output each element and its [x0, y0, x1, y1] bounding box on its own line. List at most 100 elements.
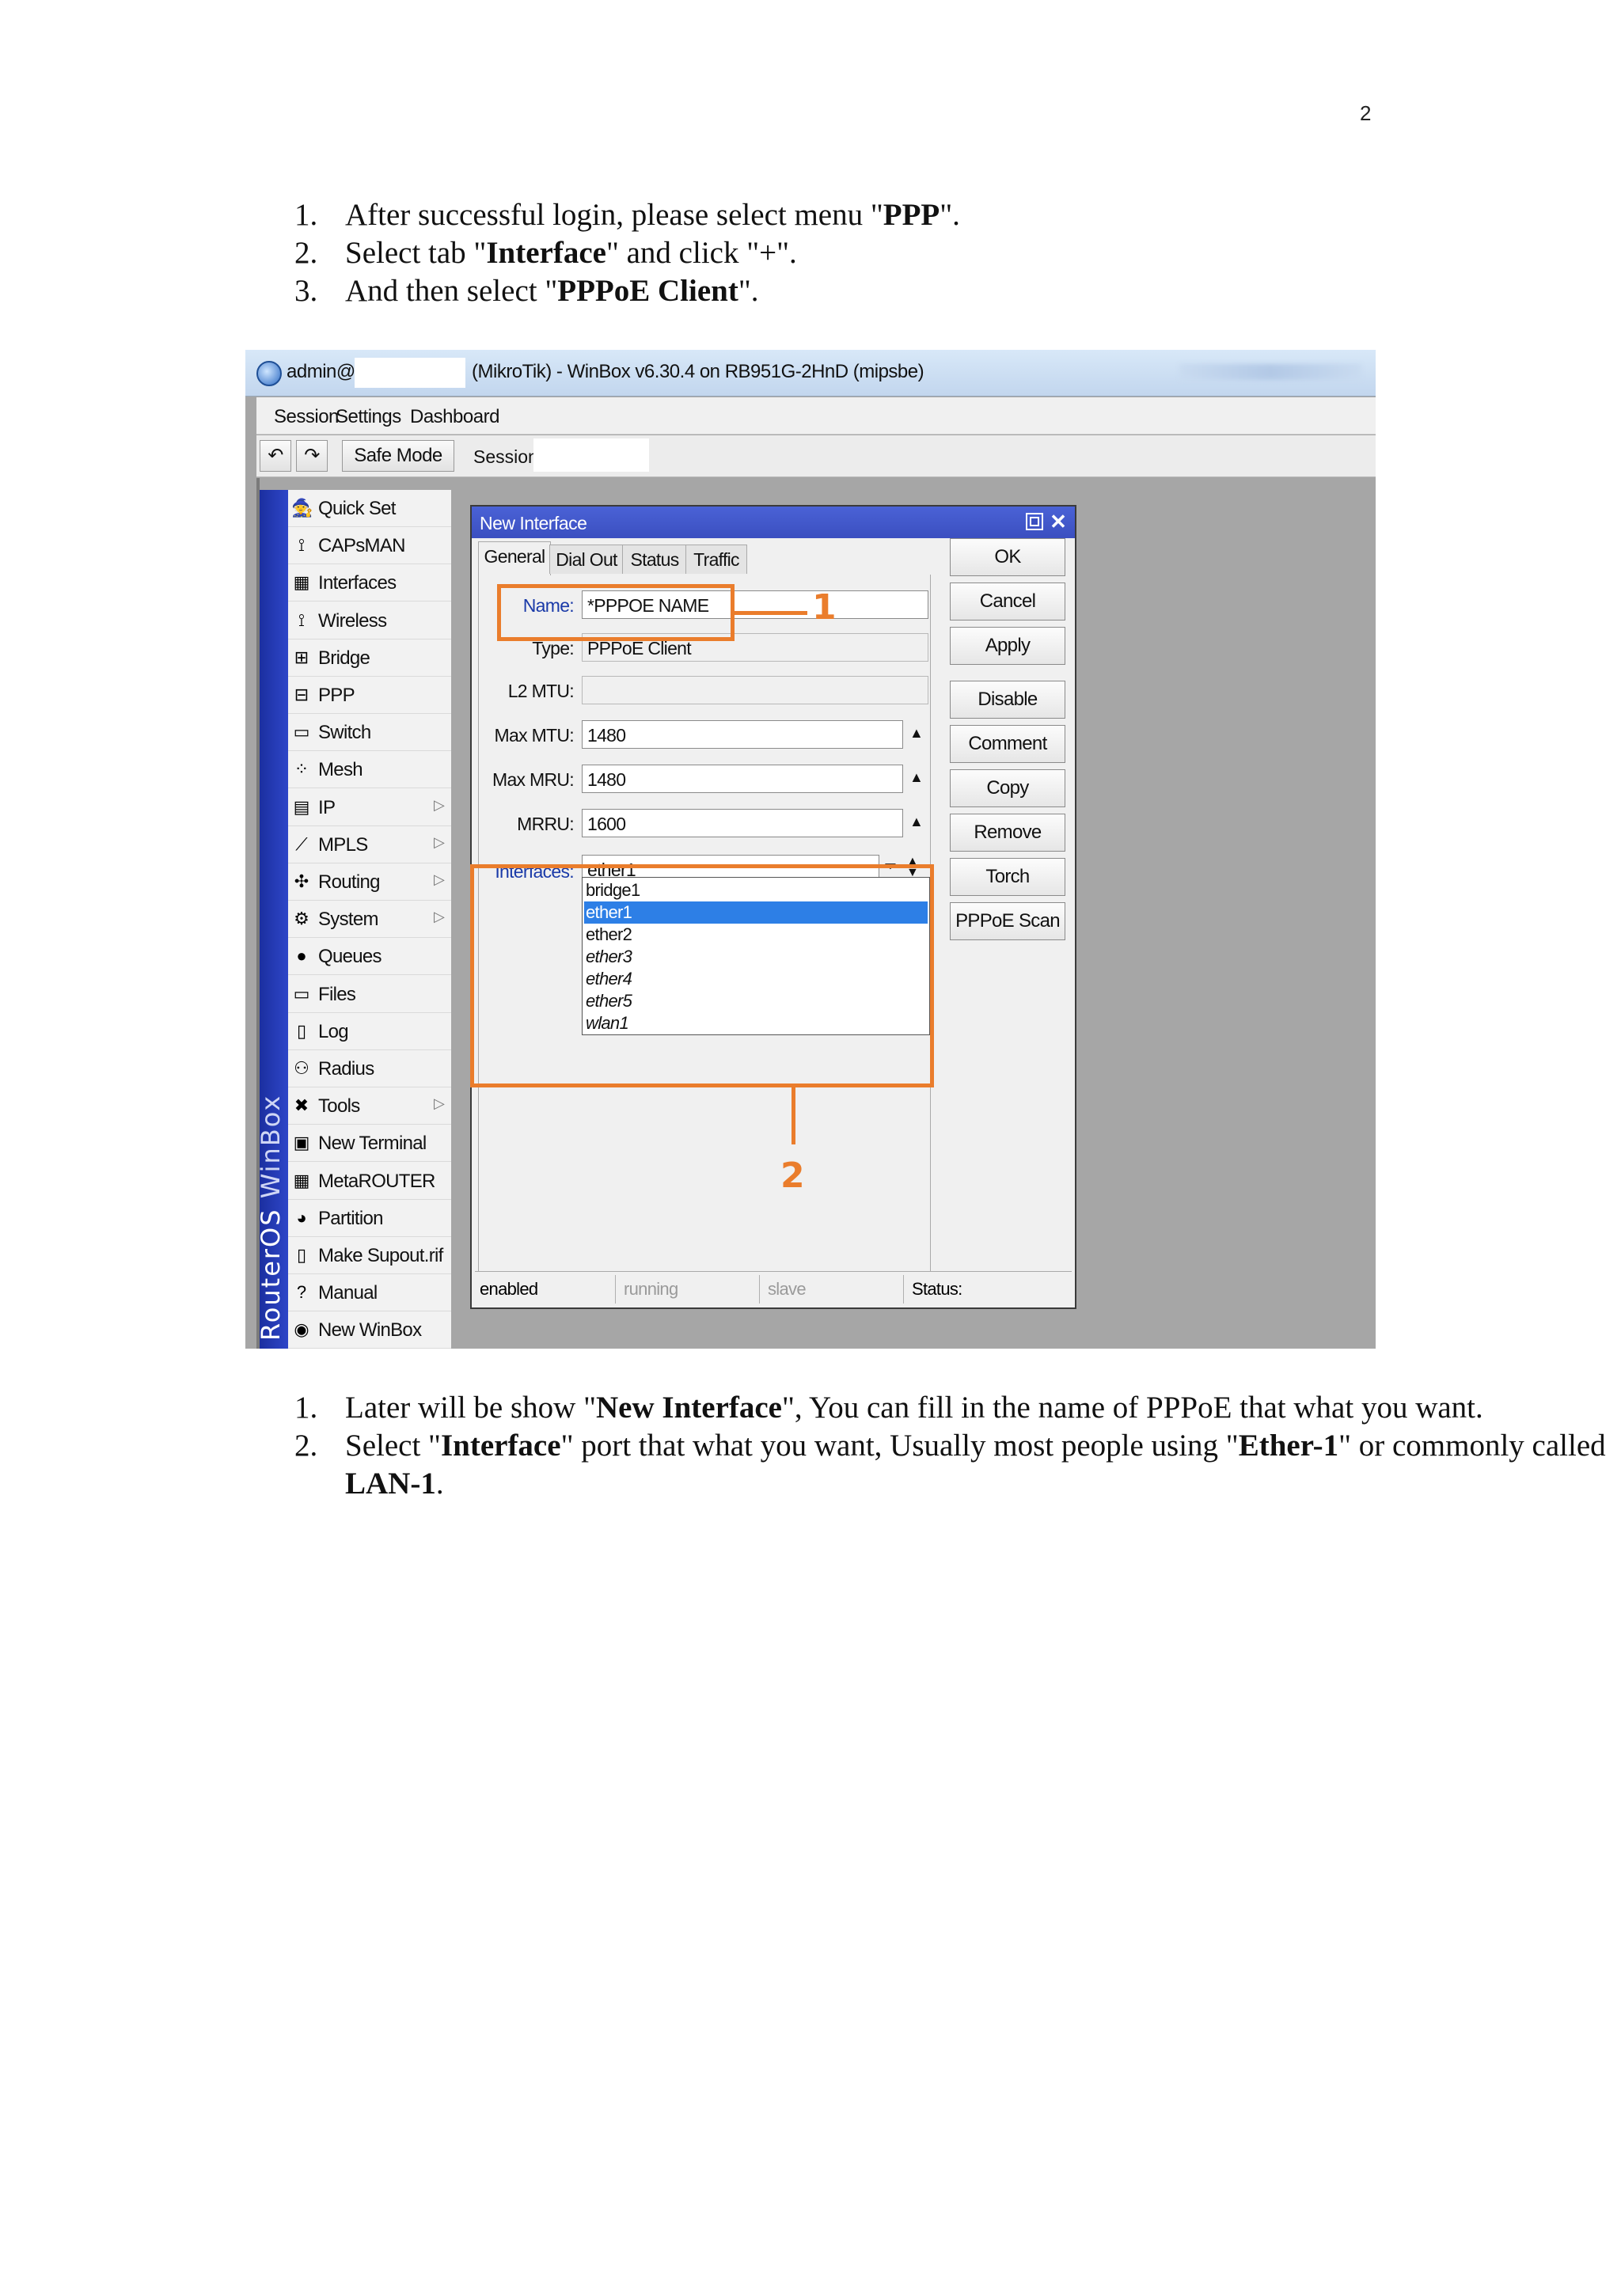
instruction-list-bottom: 1. Later will be show "New Interface", Yo… — [294, 1389, 1621, 1503]
page-number: 2 — [1360, 101, 1372, 125]
partition-icon: ◕ — [296, 1207, 307, 1228]
tab-general[interactable]: General — [478, 541, 551, 575]
mesh-icon: ⁘ — [294, 759, 309, 780]
sidebar-item-label: Switch — [318, 722, 371, 744]
disable-button[interactable]: Disable — [950, 681, 1065, 719]
sidebar-item-partition[interactable]: ◕ Partition — [288, 1200, 451, 1237]
brand-routeros: RouterOS — [256, 1208, 286, 1341]
max-mtu-up-icon[interactable]: ▲ — [909, 725, 924, 742]
interfaces-highlight-box — [470, 864, 934, 1087]
queues-icon: ● — [296, 946, 307, 966]
ip-icon: ▤ — [293, 796, 310, 817]
session-label: Session: — [473, 446, 544, 467]
status-enabled: enabled — [475, 1275, 616, 1304]
mrru-up-icon[interactable]: ▲ — [909, 814, 924, 830]
instruction-list-top: 1. After successful login, please select … — [294, 196, 960, 310]
remove-button[interactable]: Remove — [950, 814, 1065, 852]
sidebar-item-label: Manual — [318, 1282, 378, 1304]
maximize-icon[interactable] — [1026, 513, 1043, 530]
tab-status[interactable]: Status — [622, 545, 687, 574]
session-field[interactable] — [533, 438, 649, 472]
sidebar-item-queues[interactable]: ● Queues — [288, 938, 451, 976]
sidebar-item-label: Quick Set — [318, 498, 396, 519]
window-title: (MikroTik) - WinBox v6.30.4 on RB951G-2H… — [472, 361, 924, 382]
menu-bar: Session Settings Dashboard — [256, 397, 1376, 435]
copy-button[interactable]: Copy — [950, 769, 1065, 807]
sidebar-item-label: Interfaces — [318, 572, 397, 594]
close-icon[interactable]: ✕ — [1048, 511, 1069, 532]
ok-button[interactable]: OK — [950, 538, 1065, 576]
sidebar-item-label: Partition — [318, 1207, 383, 1229]
name-highlight-box — [497, 584, 735, 641]
sidebar-item-mpls[interactable]: ⟋ MPLS ▷ — [288, 826, 451, 863]
sidebar-item-files[interactable]: ▭ Files — [288, 976, 451, 1013]
sidebar-item-ppp[interactable]: ⊟ PPP — [288, 677, 451, 714]
pppoe-scan-button[interactable]: PPPoE Scan — [950, 902, 1065, 940]
submenu-arrow-icon: ▷ — [434, 909, 445, 925]
apply-button[interactable]: Apply — [950, 627, 1065, 665]
sidebar-item-routing[interactable]: ✣ Routing ▷ — [288, 863, 451, 901]
tab-traffic[interactable]: Traffic — [685, 545, 747, 574]
type-label: Type: — [532, 638, 574, 658]
max-mtu-input[interactable]: 1480 — [582, 720, 903, 749]
callout-1-line — [735, 611, 807, 615]
sidebar-item-label: PPP — [318, 685, 355, 706]
menu-dashboard[interactable]: Dashboard — [410, 406, 499, 428]
sidebar-item-label: Bridge — [318, 647, 370, 669]
sidebar-item-label: Files — [318, 983, 356, 1005]
sidebar-item-quick-set[interactable]: 🧙 Quick Set — [288, 490, 451, 527]
routeros-brand-bar: RouterOS WinBox — [256, 490, 288, 1349]
sidebar-item-new-winbox[interactable]: ◉ New WinBox — [288, 1311, 451, 1349]
sidebar-item-wireless[interactable]: ⟟ Wireless — [288, 602, 451, 639]
sidebar-menu: 🧙 Quick Set ⟟ CAPsMAN ▦ Interfaces ⟟ Wireless ⊞ B… — [288, 490, 451, 1349]
sidebar-item-system[interactable]: ⚙ System ▷ — [288, 901, 451, 939]
sidebar-item-switch[interactable]: ▭ Switch — [288, 714, 451, 752]
undo-icon: ↶ — [268, 445, 283, 466]
sidebar-item-label: Wireless — [318, 609, 387, 632]
mrru-label: MRRU: — [517, 814, 575, 834]
routing-icon: ✣ — [294, 871, 309, 891]
sidebar-item-metarouter[interactable]: ▦ MetaROUTER — [288, 1163, 451, 1200]
sidebar-item-mesh[interactable]: ⁘ Mesh — [288, 751, 451, 789]
redo-button[interactable]: ↷ — [296, 440, 328, 472]
status-running: running — [619, 1275, 760, 1304]
ppp-icon: ⊟ — [294, 685, 309, 704]
redo-icon: ↷ — [304, 445, 320, 466]
torch-button[interactable]: Torch — [950, 858, 1065, 896]
log-icon: ▯ — [296, 1020, 307, 1041]
safe-mode-button[interactable]: Safe Mode — [342, 440, 454, 472]
menu-session[interactable]: Session — [274, 406, 339, 428]
max-mru-up-icon[interactable]: ▲ — [909, 769, 924, 786]
sidebar-item-radius[interactable]: ⚇ Radius — [288, 1050, 451, 1087]
metarouter-icon: ▦ — [293, 1170, 310, 1190]
mrru-input[interactable]: 1600 — [582, 809, 903, 837]
menu-settings[interactable]: Settings — [336, 406, 401, 428]
sidebar-item-label: Tools — [318, 1095, 360, 1118]
supout-icon: ▯ — [296, 1245, 307, 1265]
switch-icon: ▭ — [293, 722, 310, 742]
max-mru-input[interactable]: 1480 — [582, 765, 903, 793]
sidebar-item-new-terminal[interactable]: ▣ New Terminal — [288, 1125, 451, 1163]
callout-2-line — [792, 1087, 795, 1144]
sidebar-item-log[interactable]: ▯ Log — [288, 1013, 451, 1050]
instruction-item: 2. Select tab "Interface" and click "+". — [294, 236, 797, 270]
sidebar-item-tools[interactable]: ✖ Tools ▷ — [288, 1087, 451, 1125]
sidebar-item-interfaces[interactable]: ▦ Interfaces — [288, 564, 451, 602]
dialog-titlebar: New Interface ✕ — [472, 507, 1075, 538]
callout-1-number: 1 — [812, 587, 837, 628]
comment-button[interactable]: Comment — [950, 725, 1065, 763]
tab-dial-out[interactable]: Dial Out — [549, 545, 624, 574]
undo-button[interactable]: ↶ — [260, 440, 291, 472]
sidebar-item-ip[interactable]: ▤ IP ▷ — [288, 789, 451, 826]
callout-2-number: 2 — [780, 1156, 805, 1196]
sidebar-item-make-supout-rif[interactable]: ▯ Make Supout.rif — [288, 1237, 451, 1274]
window-titlebar: admin@ (MikroTik) - WinBox v6.30.4 on RB… — [245, 350, 1376, 397]
sidebar-item-manual[interactable]: ? Manual — [288, 1274, 451, 1312]
sidebar-item-capsman[interactable]: ⟟ CAPsMAN — [288, 527, 451, 565]
instruction-item: 3. And then select "PPPoE Client". — [294, 274, 759, 308]
sidebar-item-label: System — [318, 909, 379, 931]
instruction-item: 2. Select "Interface" port that what you … — [294, 1429, 1606, 1501]
sidebar-item-bridge[interactable]: ⊞ Bridge — [288, 639, 451, 677]
cancel-button[interactable]: Cancel — [950, 583, 1065, 620]
system-icon: ⚙ — [294, 909, 309, 929]
